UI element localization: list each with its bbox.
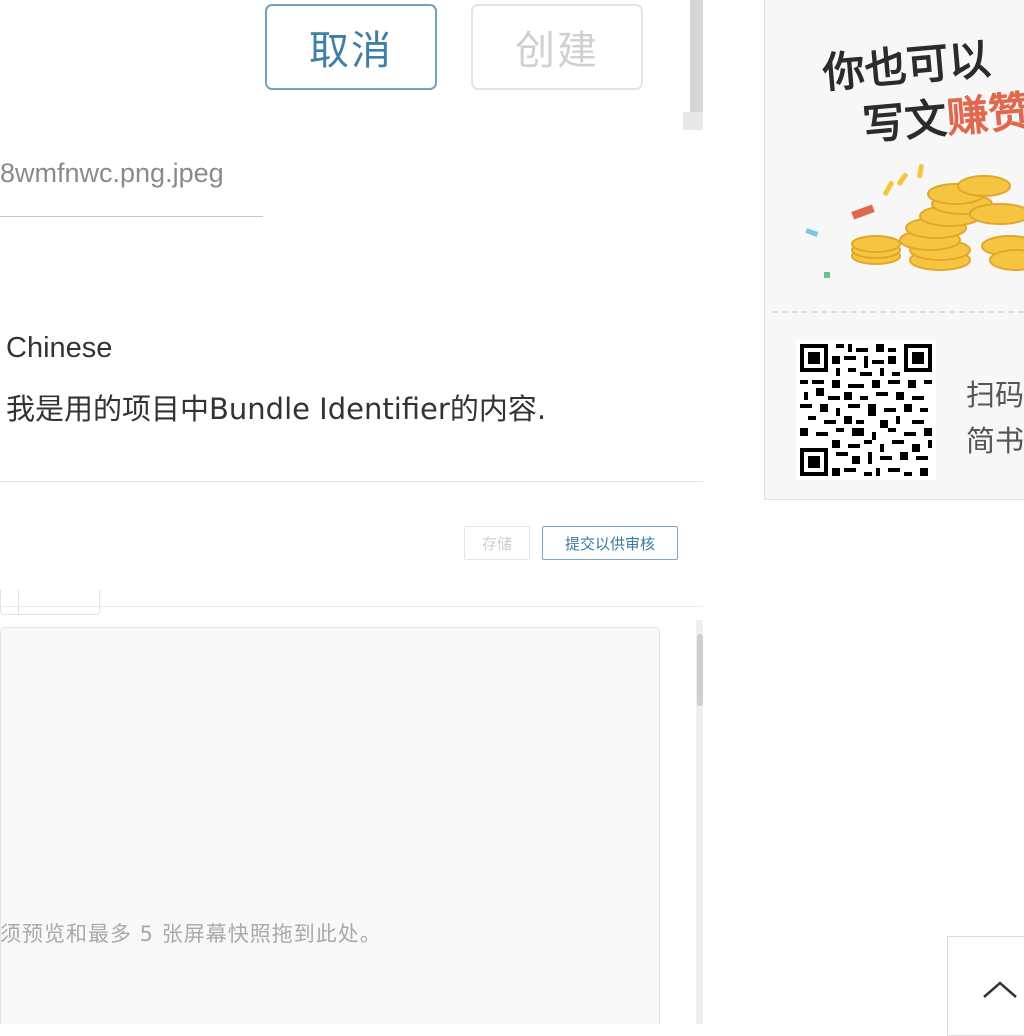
chevron-up-icon xyxy=(983,981,1017,998)
create-button[interactable]: 创建 xyxy=(471,4,643,90)
coins-illustration xyxy=(805,164,1024,278)
ad-dashed-divider xyxy=(772,311,1024,313)
qr-code xyxy=(796,340,936,480)
filename-underline xyxy=(0,216,263,217)
tab-separator xyxy=(18,590,19,614)
cancel-button[interactable]: 取消 xyxy=(265,4,437,90)
localized-text: 我是用的项目中Bundle Identifier的内容. xyxy=(6,392,547,426)
dialog-scrollbar[interactable] xyxy=(690,0,703,120)
screenshot-drop-zone[interactable] xyxy=(0,627,660,1024)
back-to-top-button[interactable] xyxy=(947,936,1024,1036)
section-divider xyxy=(0,481,703,482)
filename-field[interactable]: 8wmfnwc.png.jpeg xyxy=(0,158,224,189)
ad-scan-text-line1: 扫码 xyxy=(966,378,1024,412)
submit-for-review-button[interactable]: 提交以供审核 xyxy=(542,526,678,560)
article-editor: 取消 创建 8wmfnwc.png.jpeg Chinese 我是用的项目中Bu… xyxy=(0,0,703,1024)
language-label: Chinese xyxy=(6,332,113,364)
tab-divider xyxy=(0,606,703,607)
resize-handle[interactable] xyxy=(683,112,703,130)
ad-headline-prefix: 写文 xyxy=(860,93,949,150)
tab-strip[interactable] xyxy=(0,590,100,615)
content-scrollbar-thumb[interactable] xyxy=(697,634,703,706)
store-button[interactable]: 存储 xyxy=(464,526,530,560)
ad-scan-text-line2: 简书 xyxy=(966,424,1024,458)
drop-zone-hint: 须预览和最多 5 张屏幕快照拖到此处。 xyxy=(0,922,382,946)
ad-headline-accent: 赚赞 xyxy=(944,86,1024,143)
